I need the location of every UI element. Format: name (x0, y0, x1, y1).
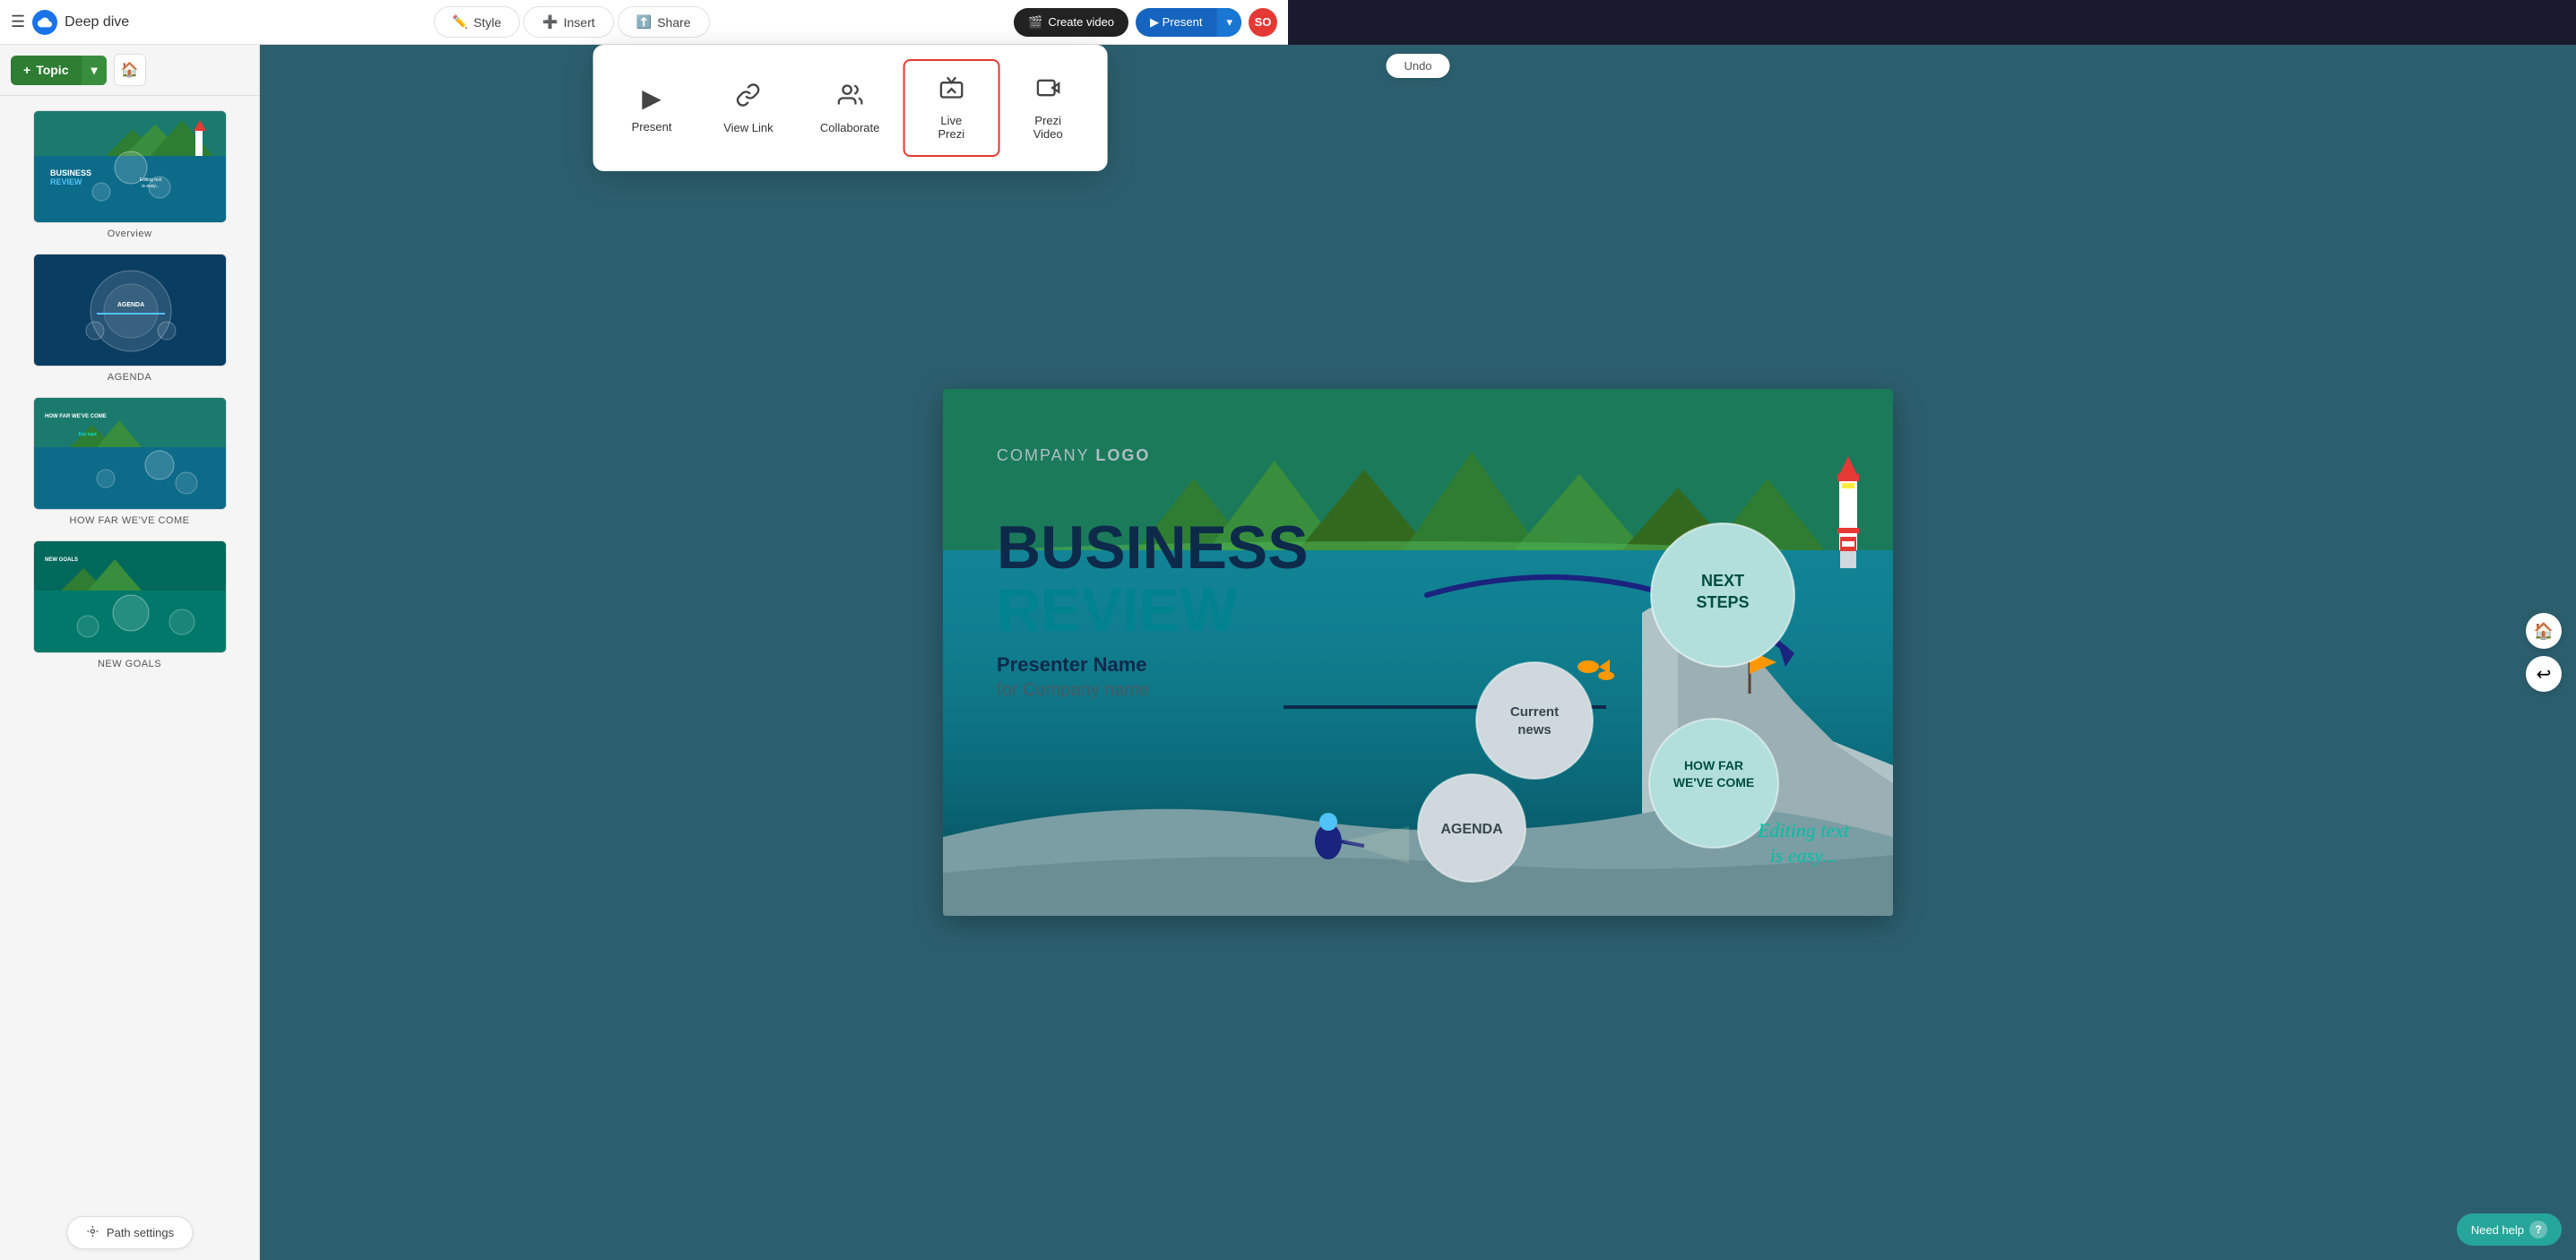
svg-text:is easy...: is easy... (1770, 844, 1837, 867)
slide-label-agenda: AGENDA (108, 372, 151, 383)
app-title: Deep dive (65, 14, 129, 30)
present-button-main[interactable]: ▶ Present (1136, 8, 1216, 37)
svg-text:Presenter Name: Presenter Name (997, 653, 1147, 676)
right-home-button[interactable]: 🏠 (2526, 613, 2562, 649)
sidebar: + Topic ▾ 🏠 1 (0, 45, 260, 1260)
share-viewlink-item[interactable]: View Link (700, 59, 797, 157)
hamburger-icon[interactable]: ☰ (11, 13, 25, 31)
play-icon: ▶ (1150, 15, 1163, 29)
share-present-item[interactable]: ▶ Present (603, 59, 700, 157)
slide-list: 1 (0, 96, 259, 684)
topbar-center: ✏️ Style ➕ Insert ⬆️ Share (136, 6, 1007, 38)
share-present-label: Present (632, 120, 672, 134)
slide-item-agenda[interactable]: 2-3 AGENDA AGENDA (0, 246, 259, 390)
svg-text:STEPS: STEPS (1696, 593, 1749, 611)
viewlink-icon (736, 82, 761, 114)
share-prezivideo-label: Prezi Video (1023, 114, 1073, 141)
svg-text:HOW FAR WE'VE COME: HOW FAR WE'VE COME (45, 414, 107, 419)
share-prezivideo-item[interactable]: Prezi Video (999, 59, 1096, 157)
slide-item-overview[interactable]: 1 (0, 103, 259, 246)
video-camera-icon: 🎬 (1028, 15, 1042, 30)
svg-text:news: news (1517, 722, 1552, 738)
svg-text:REVIEW: REVIEW (997, 576, 1238, 644)
cloud-logo (32, 10, 57, 35)
undo-bar[interactable]: Undo (1386, 54, 1449, 78)
slide-label-newgoals: NEW GOALS (98, 659, 161, 669)
avatar[interactable]: SO (1249, 8, 1277, 37)
home-icon: 🏠 (121, 61, 139, 79)
share-collaborate-item[interactable]: Collaborate (797, 59, 903, 157)
right-home-icon: 🏠 (2534, 622, 2554, 641)
present-dropdown-icon: ▶ (642, 83, 661, 113)
path-settings-label: Path settings (107, 1226, 174, 1239)
topbar-right: 🎬 Create video ▶ Present ▾ SO (1014, 8, 1277, 37)
svg-text:Editing text: Editing text (1757, 819, 1850, 841)
topbar-left: ☰ Deep dive (11, 10, 129, 35)
topbar: ☰ Deep dive ✏️ Style ➕ Insert ⬆️ Share 🎬… (0, 0, 1288, 45)
main-canvas: Undo (260, 45, 2576, 1260)
path-settings-button[interactable]: Path settings (66, 1216, 193, 1249)
present-button-dropdown[interactable]: ▾ (1216, 8, 1241, 37)
liveprezi-icon (938, 75, 964, 107)
slide-label-howfar: HOW FAR WE'VE COME (70, 515, 190, 526)
topic-button[interactable]: + Topic ▾ (11, 56, 107, 85)
style-button[interactable]: ✏️ Style (434, 6, 521, 38)
share-button[interactable]: ⬆️ Share (618, 6, 710, 38)
home-button[interactable]: 🏠 (114, 54, 146, 86)
slide-thumb-overview: 1 (33, 110, 227, 223)
right-back-icon: ↩ (2537, 663, 2552, 686)
right-controls: 🏠 ↩ (2526, 613, 2562, 692)
svg-text:Current: Current (1510, 704, 1559, 720)
share-liveprezi-label: Live Prezi (926, 114, 976, 141)
presentation-frame[interactable]: COMPANY LOGO BUSINESS REVIEW Presenter N… (943, 389, 1893, 916)
svg-text:Editing text: Editing text (139, 177, 161, 183)
right-back-button[interactable]: ↩ (2526, 656, 2562, 692)
svg-text:AGENDA: AGENDA (117, 302, 143, 308)
svg-text:NEW GOALS: NEW GOALS (45, 557, 78, 563)
topic-button-main[interactable]: + Topic (11, 56, 81, 84)
svg-text:AGENDA: AGENDA (1440, 822, 1503, 837)
svg-text:COMPANY LOGO: COMPANY LOGO (997, 446, 1150, 464)
svg-text:BUSINESS: BUSINESS (50, 168, 91, 177)
share-viewlink-label: View Link (723, 121, 773, 134)
slide-label-overview: Overview (108, 229, 152, 239)
present-split-button[interactable]: ▶ Present ▾ (1136, 8, 1241, 37)
share-dropdown: ▶ Present View Link Collaborate Live Pre… (592, 45, 1107, 171)
prezivideo-icon (1035, 75, 1060, 107)
slide-thumb-howfar: 4-11 HOW FAR WE'VE COME Key topic (33, 397, 227, 510)
svg-text:WE'VE COME: WE'VE COME (1673, 775, 1754, 790)
slide-thumb-agenda: 2-3 AGENDA (33, 254, 227, 367)
svg-text:NEXT: NEXT (1701, 572, 1744, 590)
collaborate-icon (837, 82, 862, 114)
svg-text:is easy...: is easy... (142, 184, 159, 189)
insert-icon: ➕ (542, 14, 558, 30)
topic-button-arrow[interactable]: ▾ (81, 56, 106, 85)
insert-button[interactable]: ➕ Insert (523, 6, 613, 38)
svg-text:Key topic: Key topic (78, 432, 97, 437)
need-help-label: Need help (2471, 1223, 2524, 1237)
need-help-button[interactable]: Need help ? (2457, 1213, 2562, 1246)
share-icon: ⬆️ (636, 14, 652, 30)
path-settings-icon (85, 1224, 99, 1241)
slide-item-newgoals[interactable]: NEW GOALS NEW GOALS (0, 533, 259, 677)
create-video-button[interactable]: 🎬 Create video (1014, 8, 1128, 37)
slide-thumb-newgoals: NEW GOALS (33, 540, 227, 653)
plus-icon: + (23, 63, 30, 77)
share-collaborate-label: Collaborate (820, 121, 880, 134)
svg-text:for Company name: for Company name (997, 680, 1149, 700)
svg-text:BUSINESS: BUSINESS (997, 513, 1309, 582)
style-icon: ✏️ (453, 14, 468, 30)
need-help-icon: ? (2529, 1221, 2547, 1238)
sidebar-toolbar: + Topic ▾ 🏠 (0, 45, 259, 96)
share-liveprezi-item[interactable]: Live Prezi (903, 59, 999, 157)
svg-text:REVIEW: REVIEW (50, 177, 82, 186)
svg-text:HOW FAR: HOW FAR (1684, 758, 1743, 772)
slide-item-howfar[interactable]: 4-11 HOW FAR WE'VE COME Key topic HOW FA… (0, 390, 259, 533)
